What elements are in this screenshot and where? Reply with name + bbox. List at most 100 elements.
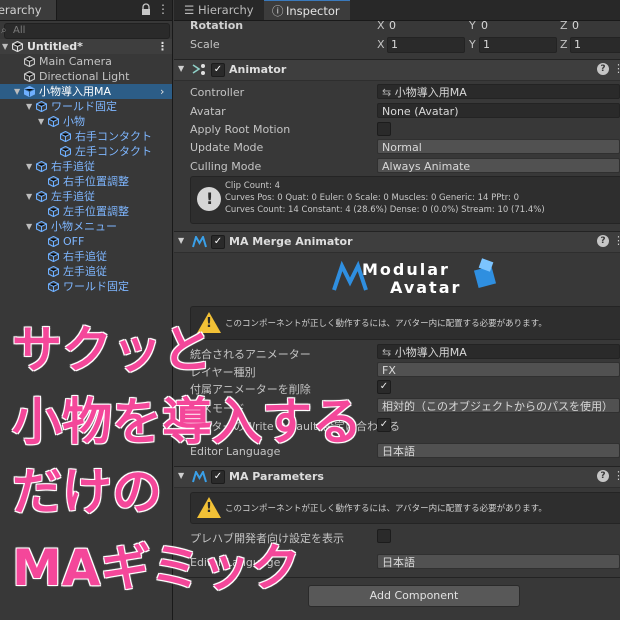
controller-field[interactable]: ⇆ 小物導入用MA: [377, 84, 620, 99]
animator-header[interactable]: ▼ ✓ Animator ? ⋮: [174, 59, 620, 81]
hierarchy-row[interactable]: Directional Light: [0, 69, 172, 84]
parameters-warning-box: ! このコンポーネントが正しく動作するには、アバター内に配置する必要があります。: [190, 492, 620, 524]
add-component-button[interactable]: Add Component: [308, 585, 520, 607]
hierarchy-row-label: Directional Light: [39, 70, 130, 83]
hierarchy-row[interactable]: ▼ 小物導入用MA ›: [0, 84, 172, 99]
hierarchy-row[interactable]: 左手位置調整: [0, 204, 172, 219]
parameters-header[interactable]: ▼ ✓ MA Parameters ? ⋮: [174, 466, 620, 488]
avatar-label: Avatar: [190, 105, 226, 118]
hierarchy-row[interactable]: OFF: [0, 234, 172, 249]
merge-animator-field[interactable]: ⇆ 小物導入用MA: [377, 344, 620, 359]
hierarchy-row[interactable]: 左手コンタクト: [0, 144, 172, 159]
controller-label: Controller: [190, 86, 245, 99]
foldout-arrow-icon[interactable]: ▼: [26, 159, 32, 174]
component-menu-icon[interactable]: ⋮: [613, 469, 620, 482]
apply-root-motion-label: Apply Root Motion: [190, 123, 291, 136]
hierarchy-row-label: 左手追従: [51, 190, 95, 203]
info-line-3: Curves Count: 14 Constant: 4 (28.6%) Den…: [225, 205, 545, 215]
hierarchy-row[interactable]: ▼ 右手追従: [0, 159, 172, 174]
foldout-arrow-icon[interactable]: ▼: [26, 189, 32, 204]
foldout-arrow-icon[interactable]: ▼: [38, 114, 44, 129]
component-menu-icon[interactable]: ⋮: [613, 62, 620, 75]
logo-text-modular: Modular: [362, 260, 450, 279]
info-line-2: Curves Pos: 0 Quat: 0 Euler: 0 Scale: 0 …: [225, 193, 520, 203]
foldout-arrow-icon[interactable]: ▼: [26, 99, 32, 114]
hierarchy-row[interactable]: ▼ 小物メニュー: [0, 219, 172, 234]
hierarchy-row[interactable]: ▼ ワールド固定: [0, 99, 172, 114]
tab-hierarchy[interactable]: Hierarchy: [0, 0, 57, 20]
chevron-right-icon[interactable]: ›: [160, 84, 164, 99]
foldout-arrow-icon[interactable]: ▼: [178, 471, 184, 480]
search-icon: ⌕: [1, 25, 7, 36]
foldout-arrow-icon[interactable]: ▼: [178, 64, 184, 73]
hierarchy-row[interactable]: 右手追従: [0, 249, 172, 264]
layer-type-dropdown[interactable]: FX: [377, 362, 620, 377]
hierarchy-row[interactable]: ワールド固定: [0, 279, 172, 294]
scale-z-field[interactable]: 1: [570, 37, 620, 53]
scale-y-field[interactable]: 1: [479, 37, 557, 53]
add-component-label: Add Component: [369, 589, 459, 602]
path-mode-dropdown[interactable]: 相対的（このオブジェクトからのパスを使用）: [377, 398, 620, 413]
rotation-y-value[interactable]: 0: [481, 19, 488, 32]
show-prefab-dev-settings-checkbox[interactable]: [377, 529, 391, 543]
scale-y-letter: Y: [469, 38, 476, 51]
scene-menu-icon[interactable]: ⋮: [157, 39, 168, 54]
hierarchy-row[interactable]: 右手コンタクト: [0, 129, 172, 144]
help-icon[interactable]: ?: [597, 63, 609, 75]
hierarchy-row-label: 小物: [63, 115, 85, 128]
hierarchy-row-label: 小物メニュー: [51, 220, 117, 233]
parameters-language-dropdown[interactable]: 日本語: [377, 554, 620, 569]
foldout-arrow-icon[interactable]: ▼: [2, 39, 8, 54]
rotation-label: Rotation: [190, 19, 244, 32]
hierarchy-row-label: 右手コンタクト: [75, 130, 152, 143]
hierarchy-row[interactable]: 左手追従: [0, 264, 172, 279]
delete-attached-animator-checkbox[interactable]: ✓: [377, 380, 391, 394]
update-mode-dropdown[interactable]: Normal: [377, 139, 620, 154]
parameters-enabled-checkbox[interactable]: ✓: [211, 470, 225, 484]
rotation-x-value[interactable]: 0: [389, 19, 396, 32]
foldout-arrow-icon[interactable]: ▼: [26, 219, 32, 234]
avatar-field[interactable]: None (Avatar): [377, 103, 620, 118]
foldout-arrow-icon[interactable]: ▼: [14, 84, 20, 99]
hierarchy-row[interactable]: 右手位置調整: [0, 174, 172, 189]
scene-root-row[interactable]: ▼ Untitled* ⋮: [0, 39, 172, 54]
scale-x-letter: X: [377, 38, 385, 51]
hierarchy-row-label: 左手位置調整: [63, 205, 129, 218]
hierarchy-tabbar: Hierarchy ⋮: [0, 0, 172, 21]
controller-value: 小物導入用MA: [394, 86, 467, 99]
overlay-line-2: 小物を導入する: [12, 393, 362, 451]
hierarchy-row[interactable]: ▼ 左手追従: [0, 189, 172, 204]
hierarchy-search-field[interactable]: ⌕ All: [1, 23, 170, 39]
animator-controller-icon: ⇆: [382, 86, 395, 99]
merge-animator-enabled-checkbox[interactable]: ✓: [211, 235, 225, 249]
tab-inspector-label: Inspector: [286, 4, 340, 18]
hierarchy-row[interactable]: Main Camera: [0, 54, 172, 69]
merge-animator-language-dropdown[interactable]: 日本語: [377, 443, 620, 458]
culling-mode-label: Culling Mode: [190, 160, 262, 173]
tab-inspector[interactable]: ⓘ Inspector: [264, 0, 350, 20]
modular-avatar-icon: [192, 469, 207, 486]
scale-x-field[interactable]: 1: [387, 37, 465, 53]
animator-enabled-checkbox[interactable]: ✓: [211, 63, 225, 77]
merge-animator-header[interactable]: ▼ ✓ MA Merge Animator ? ⋮: [174, 231, 620, 253]
match-write-defaults-checkbox[interactable]: ✓: [377, 418, 391, 432]
more-options-icon[interactable]: ⋮: [157, 2, 169, 16]
culling-mode-dropdown[interactable]: Always Animate: [377, 158, 620, 173]
animator-title: Animator: [229, 63, 287, 76]
merge-animator-warning-text: このコンポーネントが正しく動作するには、アバター内に配置する必要があります。: [225, 319, 547, 329]
scale-label: Scale: [190, 38, 220, 51]
search-placeholder: All: [13, 25, 26, 36]
hierarchy-row[interactable]: ▼ 小物: [0, 114, 172, 129]
logo-text-avatar: Avatar: [390, 278, 462, 297]
help-icon[interactable]: ?: [597, 470, 609, 482]
apply-root-motion-checkbox[interactable]: [377, 122, 391, 136]
rotation-z-value[interactable]: 0: [572, 19, 579, 32]
update-mode-label: Update Mode: [190, 141, 264, 154]
foldout-arrow-icon[interactable]: ▼: [178, 236, 184, 245]
tab-hierarchy-label: Hierarchy: [0, 3, 42, 17]
scale-x-value: 1: [391, 38, 398, 51]
component-menu-icon[interactable]: ⋮: [613, 234, 620, 247]
help-icon[interactable]: ?: [597, 235, 609, 247]
lock-icon[interactable]: [141, 3, 151, 16]
tab-hierarchy-2[interactable]: ☰ Hierarchy: [178, 0, 264, 20]
